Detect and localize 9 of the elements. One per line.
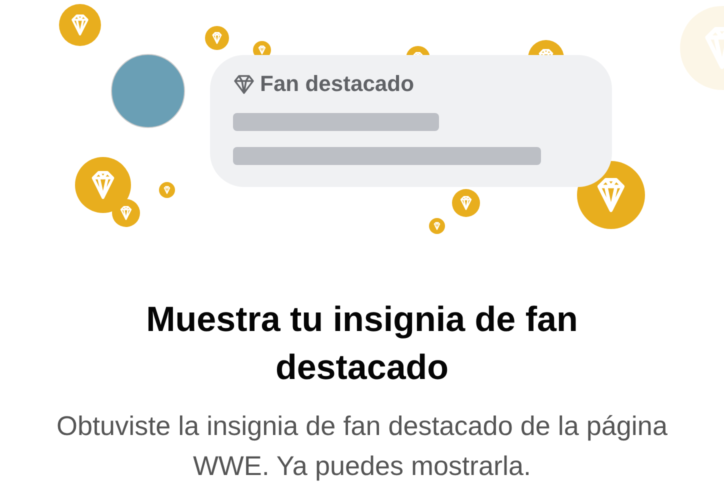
diamond-badge-icon	[452, 189, 480, 217]
diamond-icon	[232, 72, 256, 96]
diamond-badge-icon	[159, 182, 175, 198]
diamond-badge-icon	[429, 218, 445, 234]
diamond-badge-icon	[205, 26, 229, 50]
heading: Muestra tu insignia de fan destacado	[145, 299, 579, 389]
diamond-badge-icon	[59, 4, 101, 46]
badge-label: Fan destacado	[260, 71, 414, 97]
description: Obtuviste la insignia de fan destacado de la página WWE. Ya puedes mostrarla.	[56, 410, 668, 483]
